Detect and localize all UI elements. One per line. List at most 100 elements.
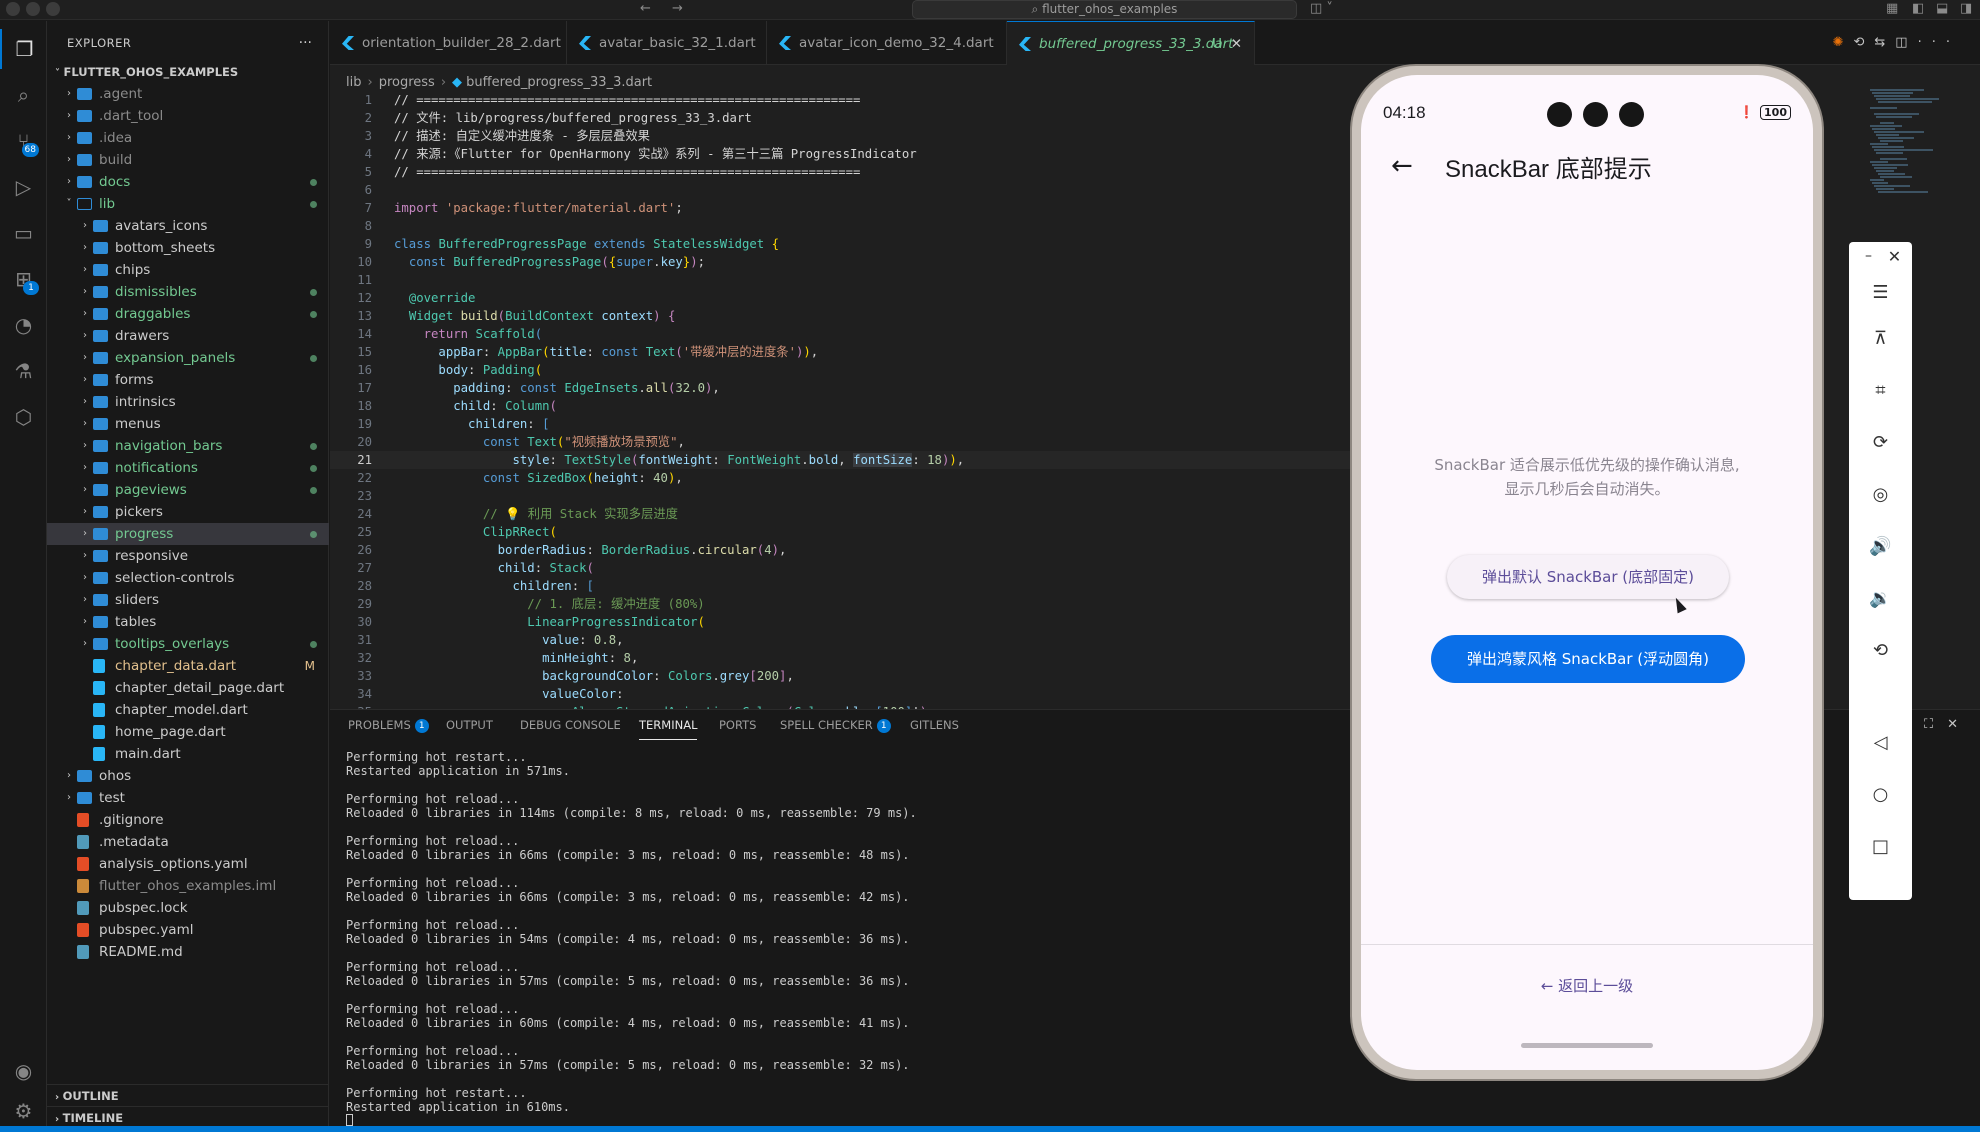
more-actions-icon[interactable]: ··· bbox=[1918, 35, 1960, 50]
tree-item[interactable]: › tooltips_overlays bbox=[47, 633, 329, 655]
toggle-panel-icon[interactable]: ⬓ bbox=[1936, 1, 1948, 16]
tree-item[interactable]: chapter_detail_page.dart bbox=[47, 677, 329, 699]
code-editor[interactable]: 1// ====================================… bbox=[330, 91, 1350, 709]
more-actions-icon[interactable]: ··· bbox=[299, 21, 312, 65]
home-indicator[interactable] bbox=[1521, 1043, 1653, 1048]
no-touch-icon[interactable]: ⊼ bbox=[1849, 328, 1912, 349]
tree-item[interactable]: home_page.dart bbox=[47, 721, 329, 743]
toggle-sidebar-icon[interactable]: ◧ bbox=[1912, 1, 1924, 16]
tree-item[interactable]: › progress bbox=[47, 523, 329, 545]
close-panel-icon[interactable]: ✕ bbox=[1947, 717, 1972, 732]
show-harmony-snackbar-button[interactable]: 弹出鸿蒙风格 SnackBar (浮动圆角) bbox=[1431, 635, 1745, 683]
tab-debug-console[interactable]: DEBUG CONSOLE bbox=[520, 710, 621, 740]
timeline-section[interactable]: › TIMELINE bbox=[47, 1106, 329, 1128]
tree-item[interactable]: pubspec.lock bbox=[47, 897, 329, 919]
breadcrumb-file[interactable]: buffered_progress_33_3.dart bbox=[466, 75, 652, 90]
nav-back-triangle-icon[interactable]: ◁ bbox=[1849, 732, 1912, 753]
phone-screen[interactable]: 04:18 ❗ 100 ← SnackBar 底部提示 SnackBar 适合展示… bbox=[1361, 75, 1813, 1070]
database-icon[interactable]: ⬡ bbox=[0, 397, 47, 437]
nav-forward-icon[interactable]: → bbox=[672, 1, 683, 16]
back-arrow-icon[interactable]: ← bbox=[1391, 151, 1413, 181]
tab-problems[interactable]: PROBLEMS 1 bbox=[348, 710, 429, 740]
tree-item[interactable]: › .idea bbox=[47, 127, 329, 149]
split-editor-icon[interactable]: ◫ bbox=[1895, 35, 1917, 50]
volume-down-icon[interactable]: 🔉 bbox=[1849, 588, 1912, 609]
screenshot-icon[interactable]: ◎ bbox=[1849, 484, 1912, 505]
tab-ports[interactable]: PORTS bbox=[719, 710, 756, 740]
tree-item[interactable]: › drawers bbox=[47, 325, 329, 347]
maximize-panel-icon[interactable]: ⛶ bbox=[1924, 717, 1947, 732]
tree-item[interactable]: › chips bbox=[47, 259, 329, 281]
volume-up-icon[interactable]: 🔊 bbox=[1849, 536, 1912, 557]
source-control-icon[interactable]: ⑂ 68 bbox=[0, 121, 47, 161]
settings-gear-icon[interactable]: ⚙ bbox=[0, 1091, 47, 1131]
tree-item[interactable]: main.dart bbox=[47, 743, 329, 765]
rotate-icon[interactable]: ⟳ bbox=[1849, 432, 1912, 453]
crop-icon[interactable]: ⌗ bbox=[1849, 380, 1912, 401]
breadcrumb-progress[interactable]: progress bbox=[379, 75, 435, 90]
nav-back-icon[interactable]: ← bbox=[640, 1, 651, 16]
tab-gitlens[interactable]: GITLENS bbox=[910, 710, 959, 740]
tree-item[interactable]: README.md bbox=[47, 941, 329, 963]
compare-icon[interactable]: ⇆ bbox=[1874, 35, 1895, 50]
tab-avatar-icon-demo[interactable]: avatar_icon_demo_32_4.dart bbox=[767, 21, 1007, 65]
tree-item[interactable]: analysis_options.yaml bbox=[47, 853, 329, 875]
tree-item[interactable]: ˅ lib bbox=[47, 193, 329, 215]
tree-item[interactable]: › selection-controls bbox=[47, 567, 329, 589]
tree-item[interactable]: chapter_data.dart M bbox=[47, 655, 329, 677]
search-icon[interactable]: ⌕ bbox=[0, 75, 47, 115]
tree-item[interactable]: › navigation_bars bbox=[47, 435, 329, 457]
tab-buffered-progress[interactable]: buffered_progress_33_3.dart U ✕ bbox=[1007, 21, 1255, 65]
tab-terminal[interactable]: TERMINAL bbox=[639, 710, 698, 740]
tree-item[interactable]: › expansion_panels bbox=[47, 347, 329, 369]
tree-item[interactable]: › dismissibles bbox=[47, 281, 329, 303]
tree-item[interactable]: › notifications bbox=[47, 457, 329, 479]
tree-item[interactable]: › bottom_sheets bbox=[47, 237, 329, 259]
tree-item[interactable]: › menus bbox=[47, 413, 329, 435]
workspace-root[interactable]: ˅ FLUTTER_OHOS_EXAMPLES bbox=[47, 61, 329, 83]
nav-recents-square-icon[interactable]: □ bbox=[1849, 836, 1912, 857]
tree-item[interactable]: › intrinsics bbox=[47, 391, 329, 413]
tab-avatar-basic[interactable]: avatar_basic_32_1.dart bbox=[567, 21, 767, 65]
minimize-window-icon[interactable] bbox=[26, 2, 40, 16]
explorer-icon[interactable]: ❐ bbox=[0, 29, 47, 69]
run-debug-icon[interactable]: ▷ bbox=[0, 167, 47, 207]
return-up-button[interactable]: ← 返回上一级 bbox=[1361, 975, 1813, 996]
accounts-icon[interactable]: ◉ bbox=[0, 1051, 47, 1091]
toggle-secondary-sidebar-icon[interactable]: ◨ bbox=[1960, 1, 1972, 16]
tree-item[interactable]: flutter_ohos_examples.iml bbox=[47, 875, 329, 897]
close-icon[interactable]: ✕ bbox=[1863, 247, 1926, 266]
fold-icon[interactable]: ⟲ bbox=[1849, 640, 1912, 661]
copilot-icon[interactable]: ◫ ˅ bbox=[1310, 1, 1333, 16]
tab-output[interactable]: OUTPUT bbox=[446, 710, 493, 740]
tree-item[interactable]: › .dart_tool bbox=[47, 105, 329, 127]
tree-item[interactable]: › pageviews bbox=[47, 479, 329, 501]
tab-orientation-builder[interactable]: orientation_builder_28_2.dart bbox=[330, 21, 567, 65]
close-tab-icon[interactable]: ✕ bbox=[1231, 22, 1242, 66]
tree-item[interactable]: .gitignore bbox=[47, 809, 329, 831]
menu-icon[interactable]: ☰ bbox=[1849, 282, 1912, 303]
tree-item[interactable]: › responsive bbox=[47, 545, 329, 567]
outline-section[interactable]: › OUTLINE bbox=[47, 1084, 329, 1106]
testing-icon[interactable]: ⚗ bbox=[0, 351, 47, 391]
tree-item[interactable]: › .agent bbox=[47, 83, 329, 105]
command-center-search[interactable]: ⌕ flutter_ohos_examples bbox=[912, 0, 1297, 19]
history-icon[interactable]: ⟲ bbox=[1853, 35, 1874, 50]
breadcrumb-lib[interactable]: lib bbox=[346, 75, 361, 90]
tree-item[interactable]: .metadata bbox=[47, 831, 329, 853]
tree-item[interactable]: › avatars_icons bbox=[47, 215, 329, 237]
extensions-icon[interactable]: ⊞ 1 bbox=[0, 259, 47, 299]
tree-item[interactable]: › sliders bbox=[47, 589, 329, 611]
tree-item[interactable]: pubspec.yaml bbox=[47, 919, 329, 941]
tree-item[interactable]: › pickers bbox=[47, 501, 329, 523]
tree-item[interactable]: › test bbox=[47, 787, 329, 809]
close-window-icon[interactable] bbox=[6, 2, 20, 16]
nav-home-circle-icon[interactable]: ○ bbox=[1849, 784, 1912, 805]
layout-icon[interactable]: ▦ bbox=[1886, 1, 1898, 16]
tree-item[interactable]: › docs bbox=[47, 171, 329, 193]
tree-item[interactable]: › ohos bbox=[47, 765, 329, 787]
flutter-outline-icon[interactable]: ✺ bbox=[1833, 35, 1854, 50]
tree-item[interactable]: › tables bbox=[47, 611, 329, 633]
tree-item[interactable]: › draggables bbox=[47, 303, 329, 325]
zoom-window-icon[interactable] bbox=[46, 2, 60, 16]
